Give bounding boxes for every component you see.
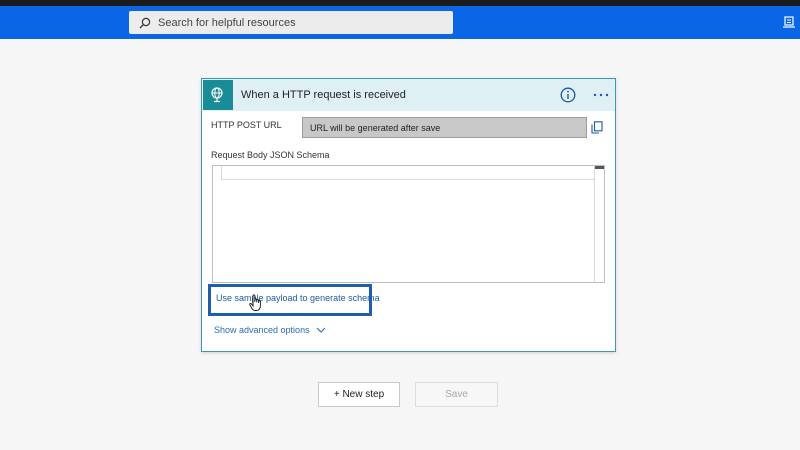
copy-icon[interactable] — [591, 121, 603, 134]
url-field: URL will be generated after save — [302, 117, 587, 138]
advanced-label: Show advanced options — [214, 325, 310, 335]
editor-first-line — [221, 166, 595, 180]
new-step-button[interactable]: + New step — [318, 382, 400, 407]
save-button[interactable]: Save — [415, 382, 498, 407]
account-icon[interactable] — [782, 15, 796, 29]
more-options-icon[interactable] — [592, 88, 610, 102]
scrollbar-thumb[interactable] — [595, 166, 604, 169]
schema-label: Request Body JSON Schema — [211, 150, 330, 160]
globe-request-icon — [203, 80, 233, 110]
app-header: Search for helpful resources — [0, 6, 800, 39]
schema-editor[interactable] — [212, 165, 605, 283]
editor-scrollbar[interactable] — [594, 166, 604, 282]
sample-payload-link[interactable]: Use sample payload to generate schema — [216, 293, 380, 303]
search-box[interactable]: Search for helpful resources — [129, 11, 453, 34]
show-advanced-options[interactable]: Show advanced options — [214, 325, 326, 335]
card-header[interactable]: When a HTTP request is received — [202, 79, 615, 111]
http-trigger-card: When a HTTP request is received HTTP POS… — [201, 78, 616, 352]
url-label: HTTP POST URL — [211, 120, 282, 130]
info-icon[interactable] — [560, 87, 576, 103]
card-title: When a HTTP request is received — [241, 89, 406, 101]
search-icon — [139, 17, 151, 28]
chevron-down-icon — [316, 327, 325, 333]
hand-cursor-icon — [249, 294, 261, 311]
search-placeholder: Search for helpful resources — [158, 16, 296, 29]
